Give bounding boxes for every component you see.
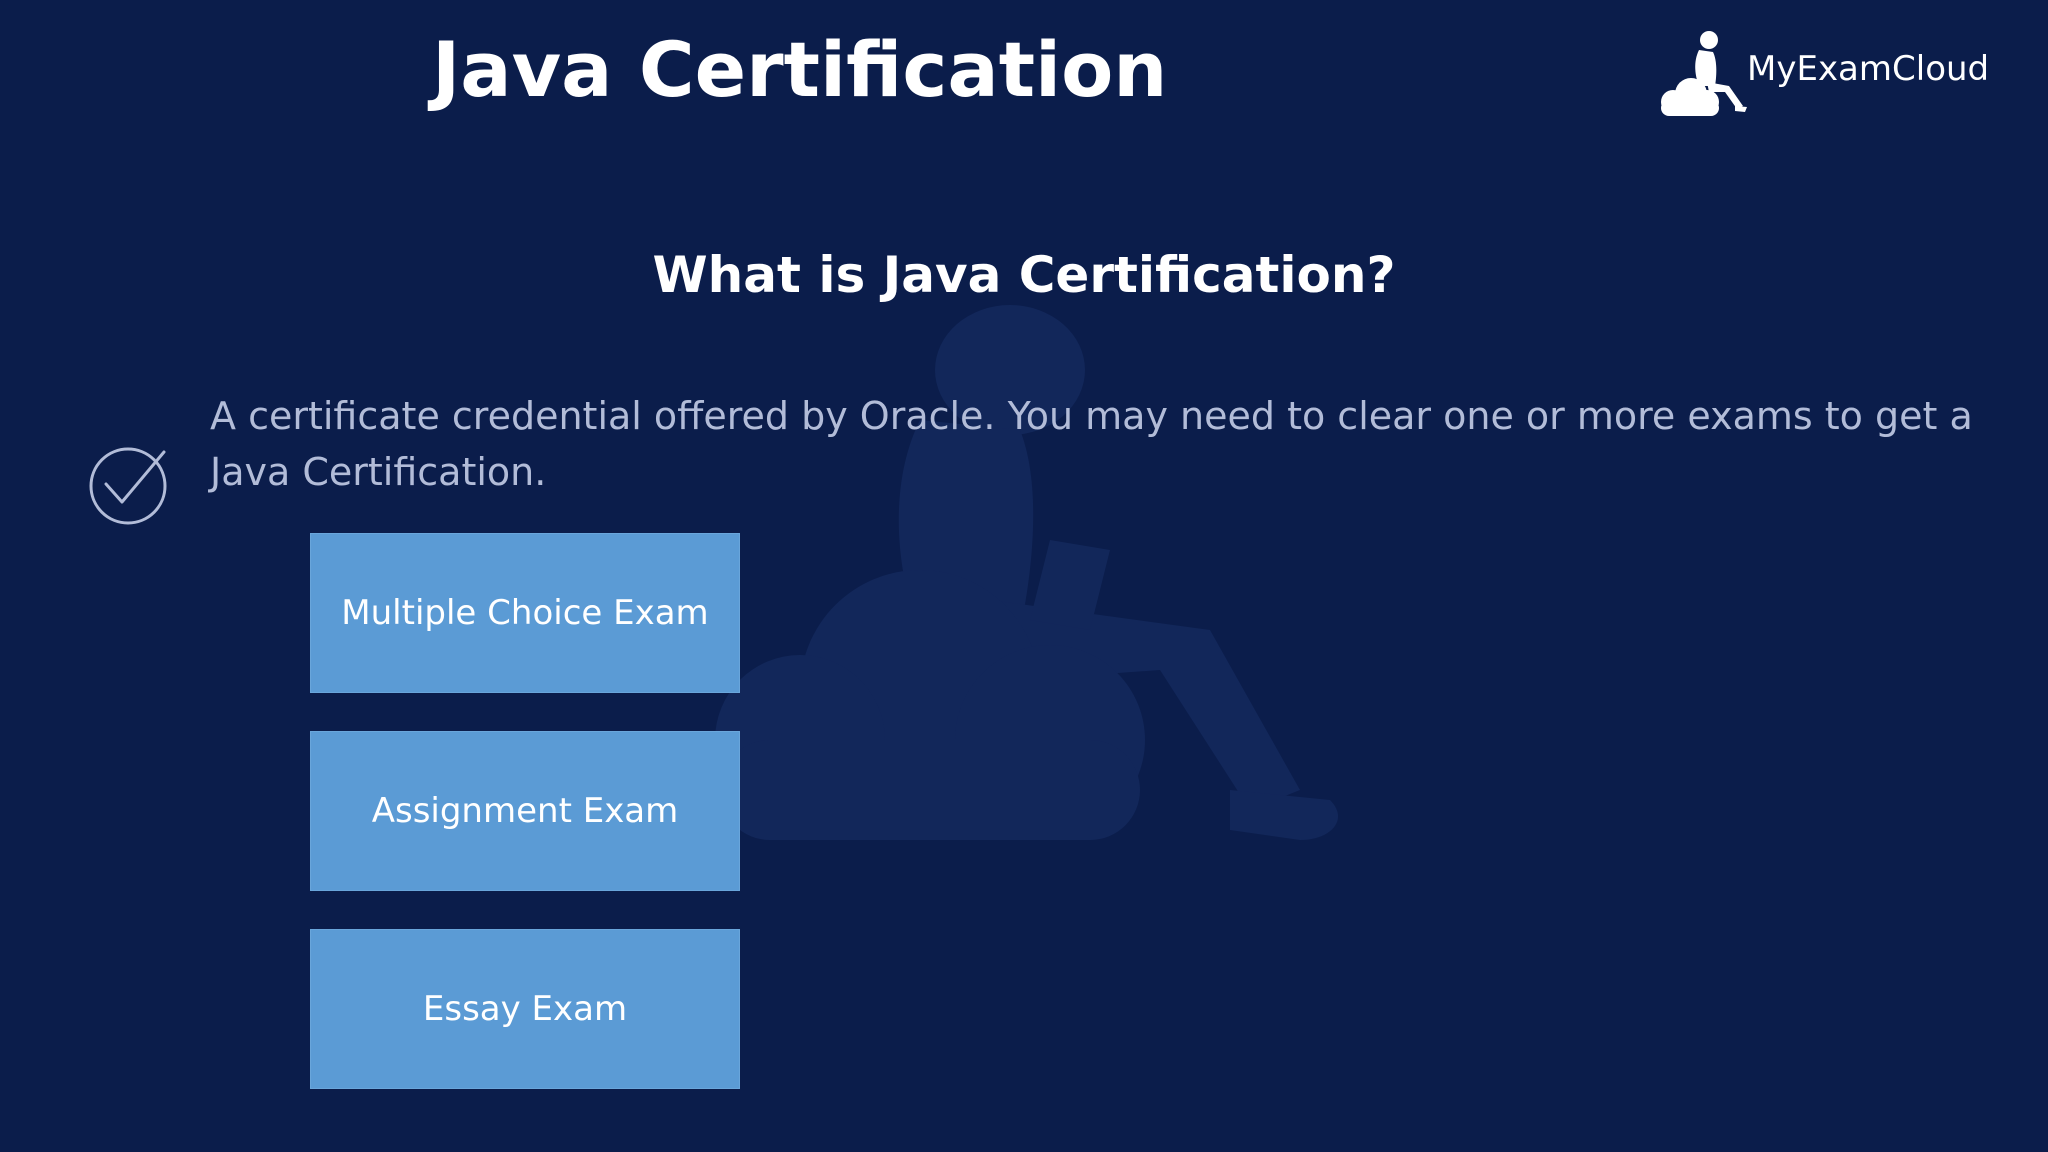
slide: Java Certification MyExamCloud What is J… (0, 0, 2048, 1152)
check-circle-icon (89, 447, 167, 525)
brand-logo: MyExamCloud (1655, 24, 1995, 124)
section-heading: What is Java Certification? (652, 246, 1396, 304)
assignment-exam-button[interactable]: Assignment Exam (310, 731, 740, 891)
essay-exam-button[interactable]: Essay Exam (310, 929, 740, 1089)
page-title: Java Certification (432, 25, 1168, 114)
multiple-choice-exam-button[interactable]: Multiple Choice Exam (310, 533, 740, 693)
brand-name: MyExamCloud (1747, 49, 1990, 89)
exam-type-list: Multiple Choice Exam Assignment Exam Ess… (310, 533, 740, 1127)
watermark-person-on-cloud-icon (715, 305, 1339, 840)
description-text: A certificate credential offered by Orac… (210, 394, 1973, 494)
person-on-cloud-icon (1661, 31, 1747, 116)
